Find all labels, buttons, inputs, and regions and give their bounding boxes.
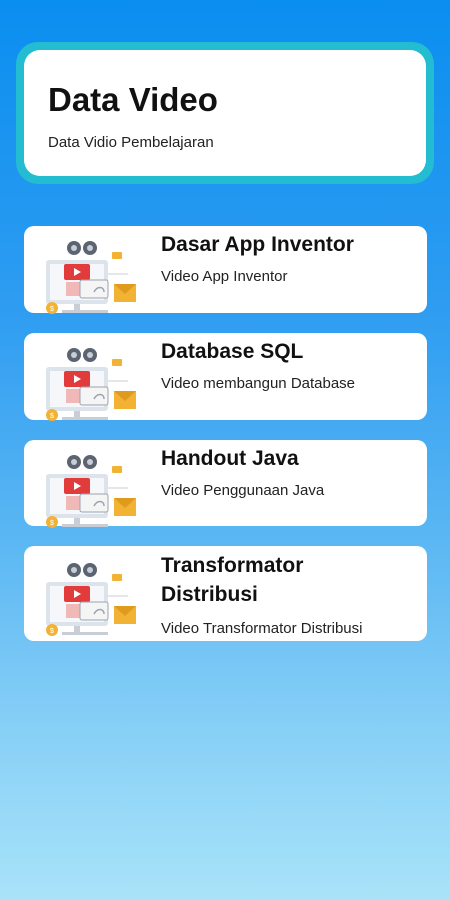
card-title: Database SQL (161, 340, 304, 363)
svg-text:$: $ (50, 306, 54, 313)
page-subtitle: Data Vidio Pembelajaran (48, 134, 214, 151)
video-card-app-inventor[interactable]: $ Dasar App Inventor Video App Inventor (24, 226, 427, 314)
video-card-transformator-distribusi[interactable]: $ Transformator Distribusi Video Transfo… (24, 546, 427, 641)
header-card: Data Video Data Vidio Pembelajaran (16, 42, 434, 184)
video-card-database-sql[interactable]: $ Database SQL Video membangun Database (24, 333, 427, 421)
card-title: Transformator Distribusi (161, 554, 304, 606)
page-title: Data Video (48, 81, 218, 118)
card-subtitle: Video Penggunaan Java (161, 482, 325, 499)
card-title: Handout Java (161, 447, 299, 470)
header-inner: Data Video Data Vidio Pembelajaran (24, 50, 426, 176)
video-tutorial-icon: $ (46, 563, 136, 636)
svg-text:$: $ (50, 628, 54, 635)
svg-text:$: $ (50, 520, 54, 527)
video-tutorial-icon: $ (46, 348, 136, 421)
video-card-handout-java[interactable]: $ Handout Java Video Penggunaan Java (24, 440, 427, 528)
card-subtitle: Video Transformator Distribusi (161, 620, 363, 637)
video-tutorial-icon: $ (46, 241, 136, 314)
card-subtitle: Video membangun Database (161, 375, 356, 392)
video-tutorial-icon: $ (46, 455, 136, 528)
card-subtitle: Video App Inventor (161, 268, 288, 285)
svg-text:$: $ (50, 413, 54, 420)
card-title: Dasar App Inventor (161, 233, 354, 256)
